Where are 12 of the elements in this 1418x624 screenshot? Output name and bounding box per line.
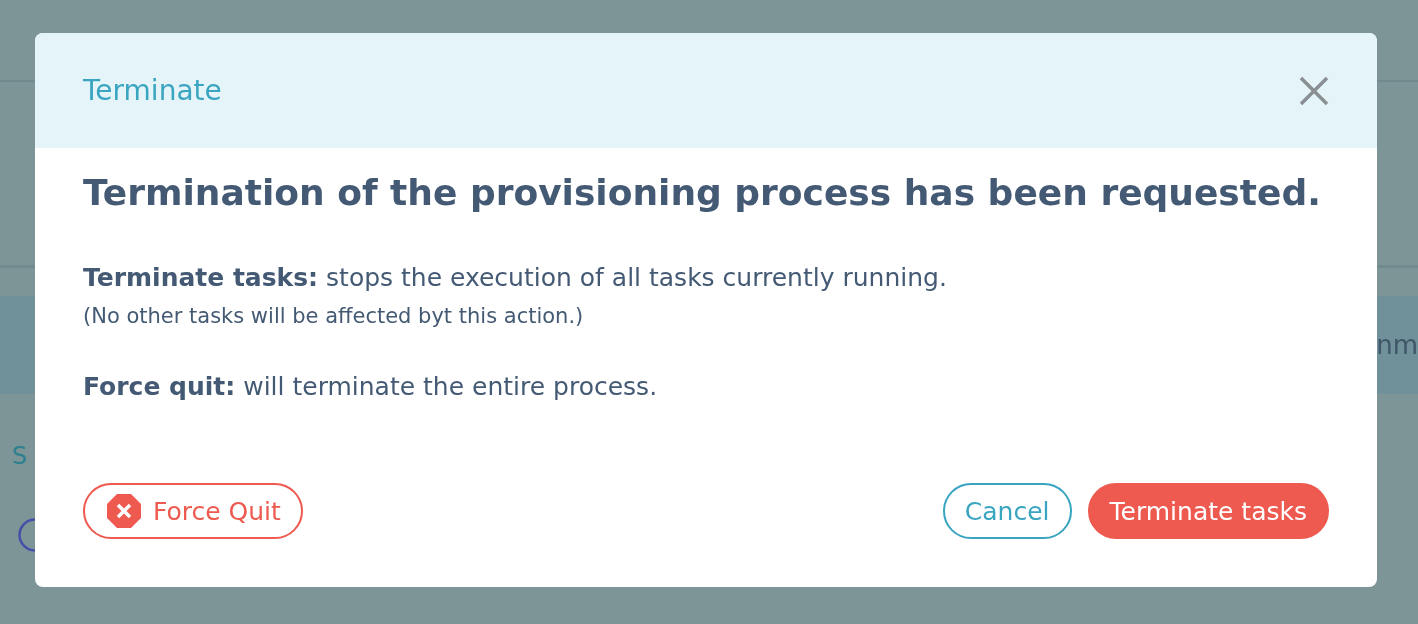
dialog-heading: Termination of the provisioning process has been requested. xyxy=(83,172,1322,213)
dialog-title: Terminate xyxy=(83,74,222,107)
description-text: Terminate tasks: stops the execution of all tasks currently running. xyxy=(83,263,948,292)
description-text: Force quit: will terminate the entire process. xyxy=(83,372,659,401)
terminate-button[interactable]: Terminate tasks xyxy=(1087,483,1329,539)
close-icon[interactable] xyxy=(1299,75,1329,106)
tab-label: nm xyxy=(1376,330,1418,360)
cancel-button[interactable]: Cancel xyxy=(942,483,1072,539)
stop-icon xyxy=(107,494,141,528)
force-quit-button[interactable]: Force Quit xyxy=(83,483,303,539)
section-label: S xyxy=(12,442,28,470)
note-text: (No other tasks will be affected byt this action.) xyxy=(83,304,585,328)
